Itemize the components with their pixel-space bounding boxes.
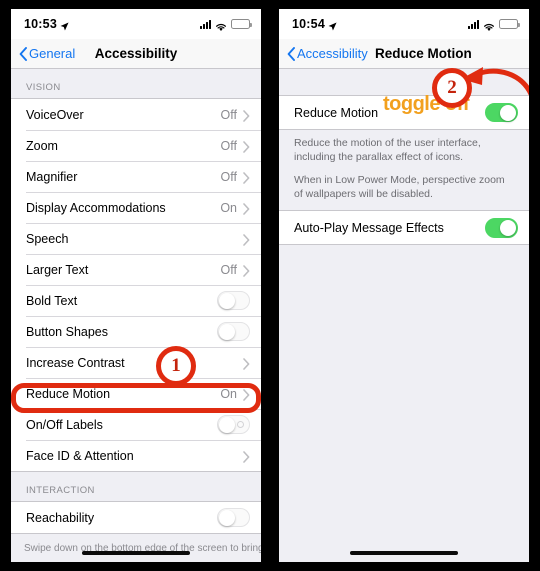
chevron-right-icon xyxy=(243,171,250,184)
row-label: Display Accommodations xyxy=(26,200,166,215)
top-spacer xyxy=(279,69,529,95)
row-zoom[interactable]: Zoom Off xyxy=(11,130,261,161)
status-bar: 10:53 xyxy=(11,9,261,39)
settings-group-vision: VoiceOver Off Zoom Off Magnifier Off Dis… xyxy=(11,98,261,472)
back-button-label: Accessibility xyxy=(297,46,368,61)
chevron-right-icon xyxy=(243,109,250,122)
page-title: Reduce Motion xyxy=(375,46,472,61)
chevron-right-icon xyxy=(243,202,250,215)
row-increase-contrast[interactable]: Increase Contrast xyxy=(11,347,261,378)
row-value: On xyxy=(220,200,237,215)
left-phone-screen: 10:53 General Accessibility VISION Voice… xyxy=(11,9,261,562)
chevron-right-icon xyxy=(243,388,250,401)
navigation-bar: General Accessibility xyxy=(11,39,261,69)
back-button-general[interactable]: General xyxy=(19,46,75,61)
section-header-vision: VISION xyxy=(11,69,261,98)
settings-group-interaction: Reachability xyxy=(11,501,261,534)
chevron-right-icon xyxy=(243,233,250,246)
row-value: Off xyxy=(220,138,237,153)
row-face-id-attention[interactable]: Face ID & Attention xyxy=(11,440,261,471)
back-button-label: General xyxy=(29,46,76,61)
row-bold-text[interactable]: Bold Text xyxy=(11,285,261,316)
row-label: Larger Text xyxy=(26,262,89,277)
location-arrow-icon xyxy=(328,20,337,30)
battery-icon xyxy=(231,19,252,29)
status-time: 10:53 xyxy=(24,17,57,31)
status-bar: 10:54 xyxy=(279,9,529,39)
row-label: Magnifier xyxy=(26,169,78,184)
row-auto-play-message-effects[interactable]: Auto-Play Message Effects xyxy=(279,211,529,245)
toggle-auto-play-message-effects[interactable] xyxy=(485,218,518,238)
settings-group-autoplay: Auto-Play Message Effects xyxy=(279,210,529,246)
row-label: Reduce Motion xyxy=(26,386,111,401)
row-value: Off xyxy=(220,169,237,184)
row-label: Zoom xyxy=(26,138,58,153)
toggle-reachability[interactable] xyxy=(217,507,250,528)
wifi-icon xyxy=(483,19,495,32)
battery-icon xyxy=(499,19,520,29)
row-label: Increase Contrast xyxy=(26,355,125,370)
chevron-right-icon xyxy=(243,357,250,370)
status-time: 10:54 xyxy=(292,17,325,31)
row-speech[interactable]: Speech xyxy=(11,223,261,254)
cellular-bars-icon xyxy=(200,19,211,29)
screenshot-stage: 10:53 General Accessibility VISION Voice… xyxy=(0,0,540,571)
home-indicator xyxy=(82,551,190,555)
reachability-hint-text: Swipe down on the bottom edge of the scr… xyxy=(11,538,261,562)
footnote-line-2: When in Low Power Mode, perspective zoom… xyxy=(294,173,505,200)
chevron-left-icon xyxy=(287,46,296,61)
row-label: Button Shapes xyxy=(26,324,109,339)
row-reduce-motion[interactable]: Reduce Motion On xyxy=(11,378,261,409)
navigation-bar: Accessibility Reduce Motion xyxy=(279,39,529,69)
status-time-group: 10:54 xyxy=(292,17,337,31)
row-value: On xyxy=(220,386,237,401)
row-label: Bold Text xyxy=(26,293,78,308)
chevron-left-icon xyxy=(19,46,28,61)
status-indicators xyxy=(200,19,252,32)
location-arrow-icon xyxy=(60,20,69,30)
footnote-line-1: Reduce the motion of the user interface,… xyxy=(294,137,481,163)
row-label: Reduce Motion xyxy=(294,105,379,120)
toggle-bold-text[interactable] xyxy=(217,290,250,311)
right-phone-screen: 10:54 Accessibility Reduce Motion Reduce… xyxy=(279,9,529,562)
row-label: VoiceOver xyxy=(26,107,84,122)
row-larger-text[interactable]: Larger Text Off xyxy=(11,254,261,285)
home-indicator xyxy=(350,551,458,555)
back-button-accessibility[interactable]: Accessibility xyxy=(287,46,368,61)
status-time-group: 10:53 xyxy=(24,17,69,31)
wifi-icon xyxy=(215,19,227,32)
status-indicators xyxy=(468,19,520,32)
row-label: On/Off Labels xyxy=(26,417,103,432)
settings-scroll-area[interactable]: Reduce Motion Reduce the motion of the u… xyxy=(279,69,529,562)
chevron-right-icon xyxy=(243,450,250,463)
row-label: Reachability xyxy=(26,510,95,525)
row-label: Face ID & Attention xyxy=(26,448,134,463)
toggle-on-off-labels[interactable] xyxy=(217,414,250,435)
row-button-shapes[interactable]: Button Shapes xyxy=(11,316,261,347)
toggle-button-shapes[interactable] xyxy=(217,321,250,342)
row-on-off-labels[interactable]: On/Off Labels xyxy=(11,409,261,440)
row-label: Speech xyxy=(26,231,69,246)
chevron-right-icon xyxy=(243,264,250,277)
settings-group-reduce-motion: Reduce Motion xyxy=(279,95,529,130)
row-reduce-motion[interactable]: Reduce Motion xyxy=(279,96,529,129)
row-label: Auto-Play Message Effects xyxy=(294,220,444,235)
row-display-accommodations[interactable]: Display Accommodations On xyxy=(11,192,261,223)
row-magnifier[interactable]: Magnifier Off xyxy=(11,161,261,192)
row-value: Off xyxy=(220,107,237,122)
settings-scroll-area[interactable]: VISION VoiceOver Off Zoom Off Magnifier … xyxy=(11,69,261,562)
toggle-reduce-motion[interactable] xyxy=(485,102,518,123)
divider-gap xyxy=(261,0,270,571)
chevron-right-icon xyxy=(243,140,250,153)
reduce-motion-description: Reduce the motion of the user interface,… xyxy=(279,130,529,202)
row-value: Off xyxy=(220,262,237,277)
row-voiceover[interactable]: VoiceOver Off xyxy=(11,99,261,130)
row-reachability[interactable]: Reachability xyxy=(11,502,261,533)
cellular-bars-icon xyxy=(468,19,479,29)
section-header-interaction: INTERACTION xyxy=(11,472,261,501)
